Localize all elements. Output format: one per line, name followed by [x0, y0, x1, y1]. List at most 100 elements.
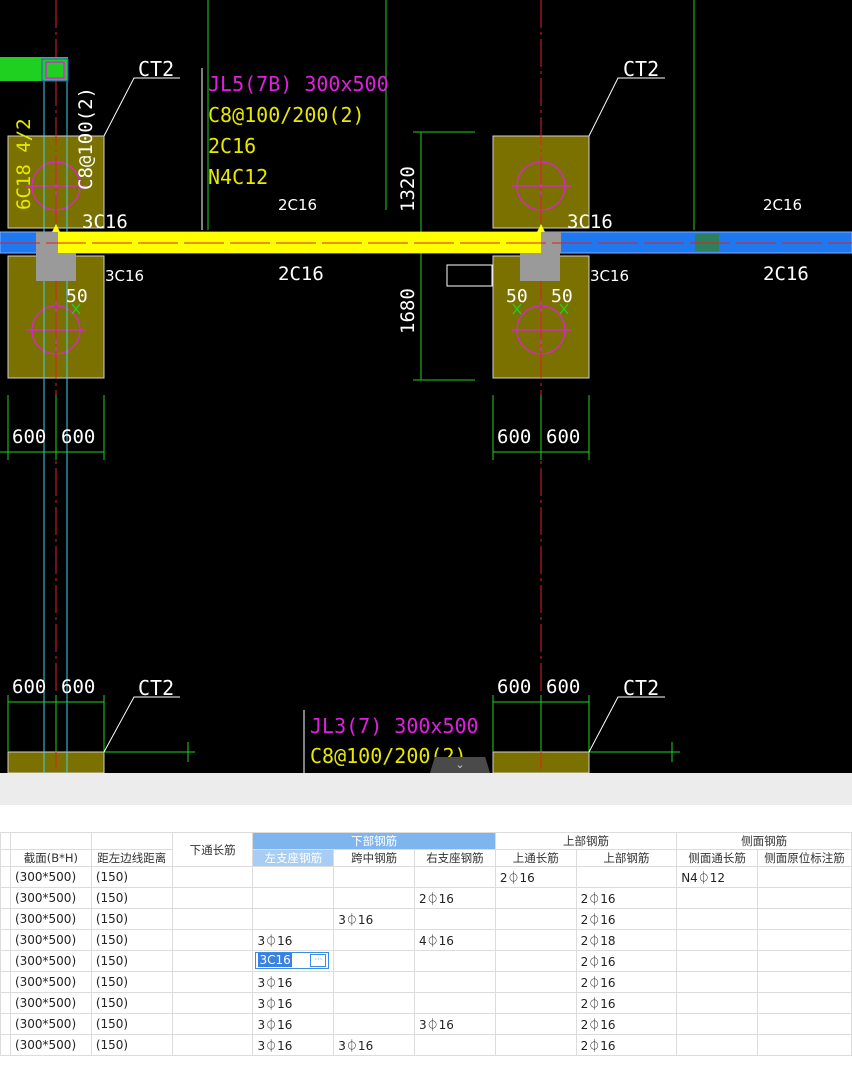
row-header-cell[interactable] — [0, 887, 11, 909]
cell-top-bars[interactable] — [575, 866, 678, 888]
cell-mid-span[interactable] — [333, 866, 416, 888]
cell-mid-span[interactable] — [333, 950, 416, 972]
cell-offset[interactable]: (150) — [90, 1034, 173, 1056]
cell-top-bars[interactable]: 2⏀16 — [575, 950, 678, 972]
header-side-rebar[interactable]: 侧面钢筋 — [676, 832, 852, 850]
cell-mid-span[interactable] — [333, 929, 416, 951]
cell-top-bars[interactable]: 2⏀18 — [575, 929, 678, 951]
row-header-cell[interactable] — [0, 908, 11, 930]
cell-right-support[interactable] — [414, 950, 496, 972]
cell-bottom-through[interactable] — [171, 908, 254, 930]
cell-top-bars[interactable]: 2⏀16 — [575, 908, 678, 930]
cell-offset[interactable]: (150) — [90, 929, 173, 951]
table-row[interactable]: (300*500) (150) 3⏀16 2⏀16 — [0, 992, 852, 1014]
cell-section[interactable]: (300*500) — [9, 992, 92, 1014]
cell-offset[interactable]: (150) — [90, 908, 173, 930]
cell-left-support[interactable]: 3⏀16 — [252, 1013, 335, 1035]
cell-offset[interactable]: (150) — [90, 950, 173, 972]
cell-section[interactable]: (300*500) — [9, 1013, 92, 1035]
cell-bottom-through[interactable] — [171, 887, 254, 909]
cell-mid-span[interactable] — [333, 971, 416, 993]
row-header-cell[interactable] — [0, 929, 11, 951]
header-side-through[interactable]: 侧面通长筋 — [676, 849, 759, 867]
cell-editor-input[interactable]: 3C16 ··· — [255, 952, 330, 969]
cell-top-bars[interactable]: 2⏀16 — [575, 992, 678, 1014]
header-top-through[interactable]: 上通长筋 — [494, 849, 577, 867]
panel-splitter[interactable] — [0, 773, 852, 805]
row-header-cell[interactable] — [0, 992, 11, 1014]
cell-top-through[interactable] — [494, 887, 577, 909]
cell-top-bars[interactable]: 2⏀16 — [575, 1013, 678, 1035]
cell-section[interactable]: (300*500) — [9, 866, 92, 888]
cell-top-bars[interactable]: 2⏀16 — [575, 971, 678, 993]
header-section[interactable]: 截面(B*H) — [9, 849, 92, 867]
cell-section[interactable]: (300*500) — [9, 950, 92, 972]
row-header-cell[interactable] — [0, 1013, 11, 1035]
cell-offset[interactable]: (150) — [90, 866, 173, 888]
cell-bottom-through[interactable] — [171, 929, 254, 951]
cell-right-support[interactable]: 3⏀16 — [414, 1013, 496, 1035]
cell-top-bars[interactable]: 2⏀16 — [575, 887, 678, 909]
cell-right-support[interactable] — [414, 971, 496, 993]
cell-section[interactable]: (300*500) — [9, 929, 92, 951]
cell-left-support[interactable]: 3⏀16 — [252, 1034, 335, 1056]
header-top-bars[interactable]: 上部钢筋 — [575, 849, 678, 867]
cell-mid-span[interactable]: 3⏀16 — [333, 1034, 416, 1056]
table-row[interactable]: (300*500) (150) 3⏀16 2⏀16 — [0, 971, 852, 993]
cell-left-support[interactable] — [252, 887, 335, 909]
cell-section[interactable]: (300*500) — [9, 908, 92, 930]
cell-offset[interactable]: (150) — [90, 992, 173, 1014]
cell-left-support[interactable]: 3C16 ··· — [252, 950, 335, 972]
header-right-support[interactable]: 右支座钢筋 — [414, 849, 496, 867]
cell-top-through[interactable] — [494, 992, 577, 1014]
cell-left-support[interactable] — [252, 866, 335, 888]
cell-side-through[interactable] — [676, 1034, 759, 1056]
cell-side-through[interactable] — [676, 950, 759, 972]
table-row[interactable]: (300*500) (150) 3⏀16 3⏀16 2⏀16 — [0, 1034, 852, 1056]
cell-side-through[interactable] — [676, 929, 759, 951]
table-row[interactable]: (300*500) (150) 3C16 ··· 2⏀16 — [0, 950, 852, 972]
cell-side-through[interactable] — [676, 887, 759, 909]
cell-side-original[interactable] — [757, 887, 852, 909]
cell-mid-span[interactable]: 3⏀16 — [333, 908, 416, 930]
cell-top-bars[interactable]: 2⏀16 — [575, 1034, 678, 1056]
header-top-rebar[interactable]: 上部钢筋 — [494, 832, 678, 850]
cell-top-through[interactable] — [494, 929, 577, 951]
header-bottom-rebar[interactable]: 下部钢筋 — [252, 832, 496, 850]
cell-offset[interactable]: (150) — [90, 971, 173, 993]
cell-side-original[interactable] — [757, 1013, 852, 1035]
cell-bottom-through[interactable] — [171, 1013, 254, 1035]
cell-side-through[interactable] — [676, 1013, 759, 1035]
ellipsis-icon[interactable]: ··· — [310, 954, 327, 967]
row-header-cell[interactable] — [0, 950, 11, 972]
cell-side-original[interactable] — [757, 866, 852, 888]
cell-side-original[interactable] — [757, 992, 852, 1014]
cell-side-through[interactable]: N4⏀12 — [676, 866, 759, 888]
cell-top-through[interactable] — [494, 908, 577, 930]
cell-top-through[interactable] — [494, 971, 577, 993]
table-row[interactable]: (300*500) (150) 2⏀16 N4⏀12 — [0, 866, 852, 888]
cell-offset[interactable]: (150) — [90, 1013, 173, 1035]
cell-right-support[interactable] — [414, 908, 496, 930]
cell-right-support[interactable] — [414, 1034, 496, 1056]
cell-side-through[interactable] — [676, 908, 759, 930]
table-row[interactable]: (300*500) (150) 3⏀16 4⏀16 2⏀18 — [0, 929, 852, 951]
cell-bottom-through[interactable] — [171, 971, 254, 993]
cell-side-original[interactable] — [757, 950, 852, 972]
cell-section[interactable]: (300*500) — [9, 887, 92, 909]
cell-right-support[interactable]: 2⏀16 — [414, 887, 496, 909]
cell-section[interactable]: (300*500) — [9, 1034, 92, 1056]
cell-mid-span[interactable] — [333, 1013, 416, 1035]
cad-drawing-canvas[interactable]: CT2 CT2 CT2 CT2 JL5(7B) 300x500 C8@100/2… — [0, 0, 852, 773]
chevron-down-icon[interactable]: ⌄ — [430, 757, 490, 773]
table-row[interactable]: (300*500) (150) 2⏀16 2⏀16 — [0, 887, 852, 909]
cell-side-through[interactable] — [676, 971, 759, 993]
cell-side-original[interactable] — [757, 908, 852, 930]
cell-side-original[interactable] — [757, 971, 852, 993]
cell-left-support[interactable]: 3⏀16 — [252, 992, 335, 1014]
header-mid-span[interactable]: 跨中钢筋 — [333, 849, 416, 867]
header-side-original[interactable]: 侧面原位标注筋 — [757, 849, 852, 867]
cell-top-through[interactable] — [494, 950, 577, 972]
header-left-support[interactable]: 左支座钢筋 — [252, 849, 335, 867]
cell-right-support[interactable] — [414, 992, 496, 1014]
